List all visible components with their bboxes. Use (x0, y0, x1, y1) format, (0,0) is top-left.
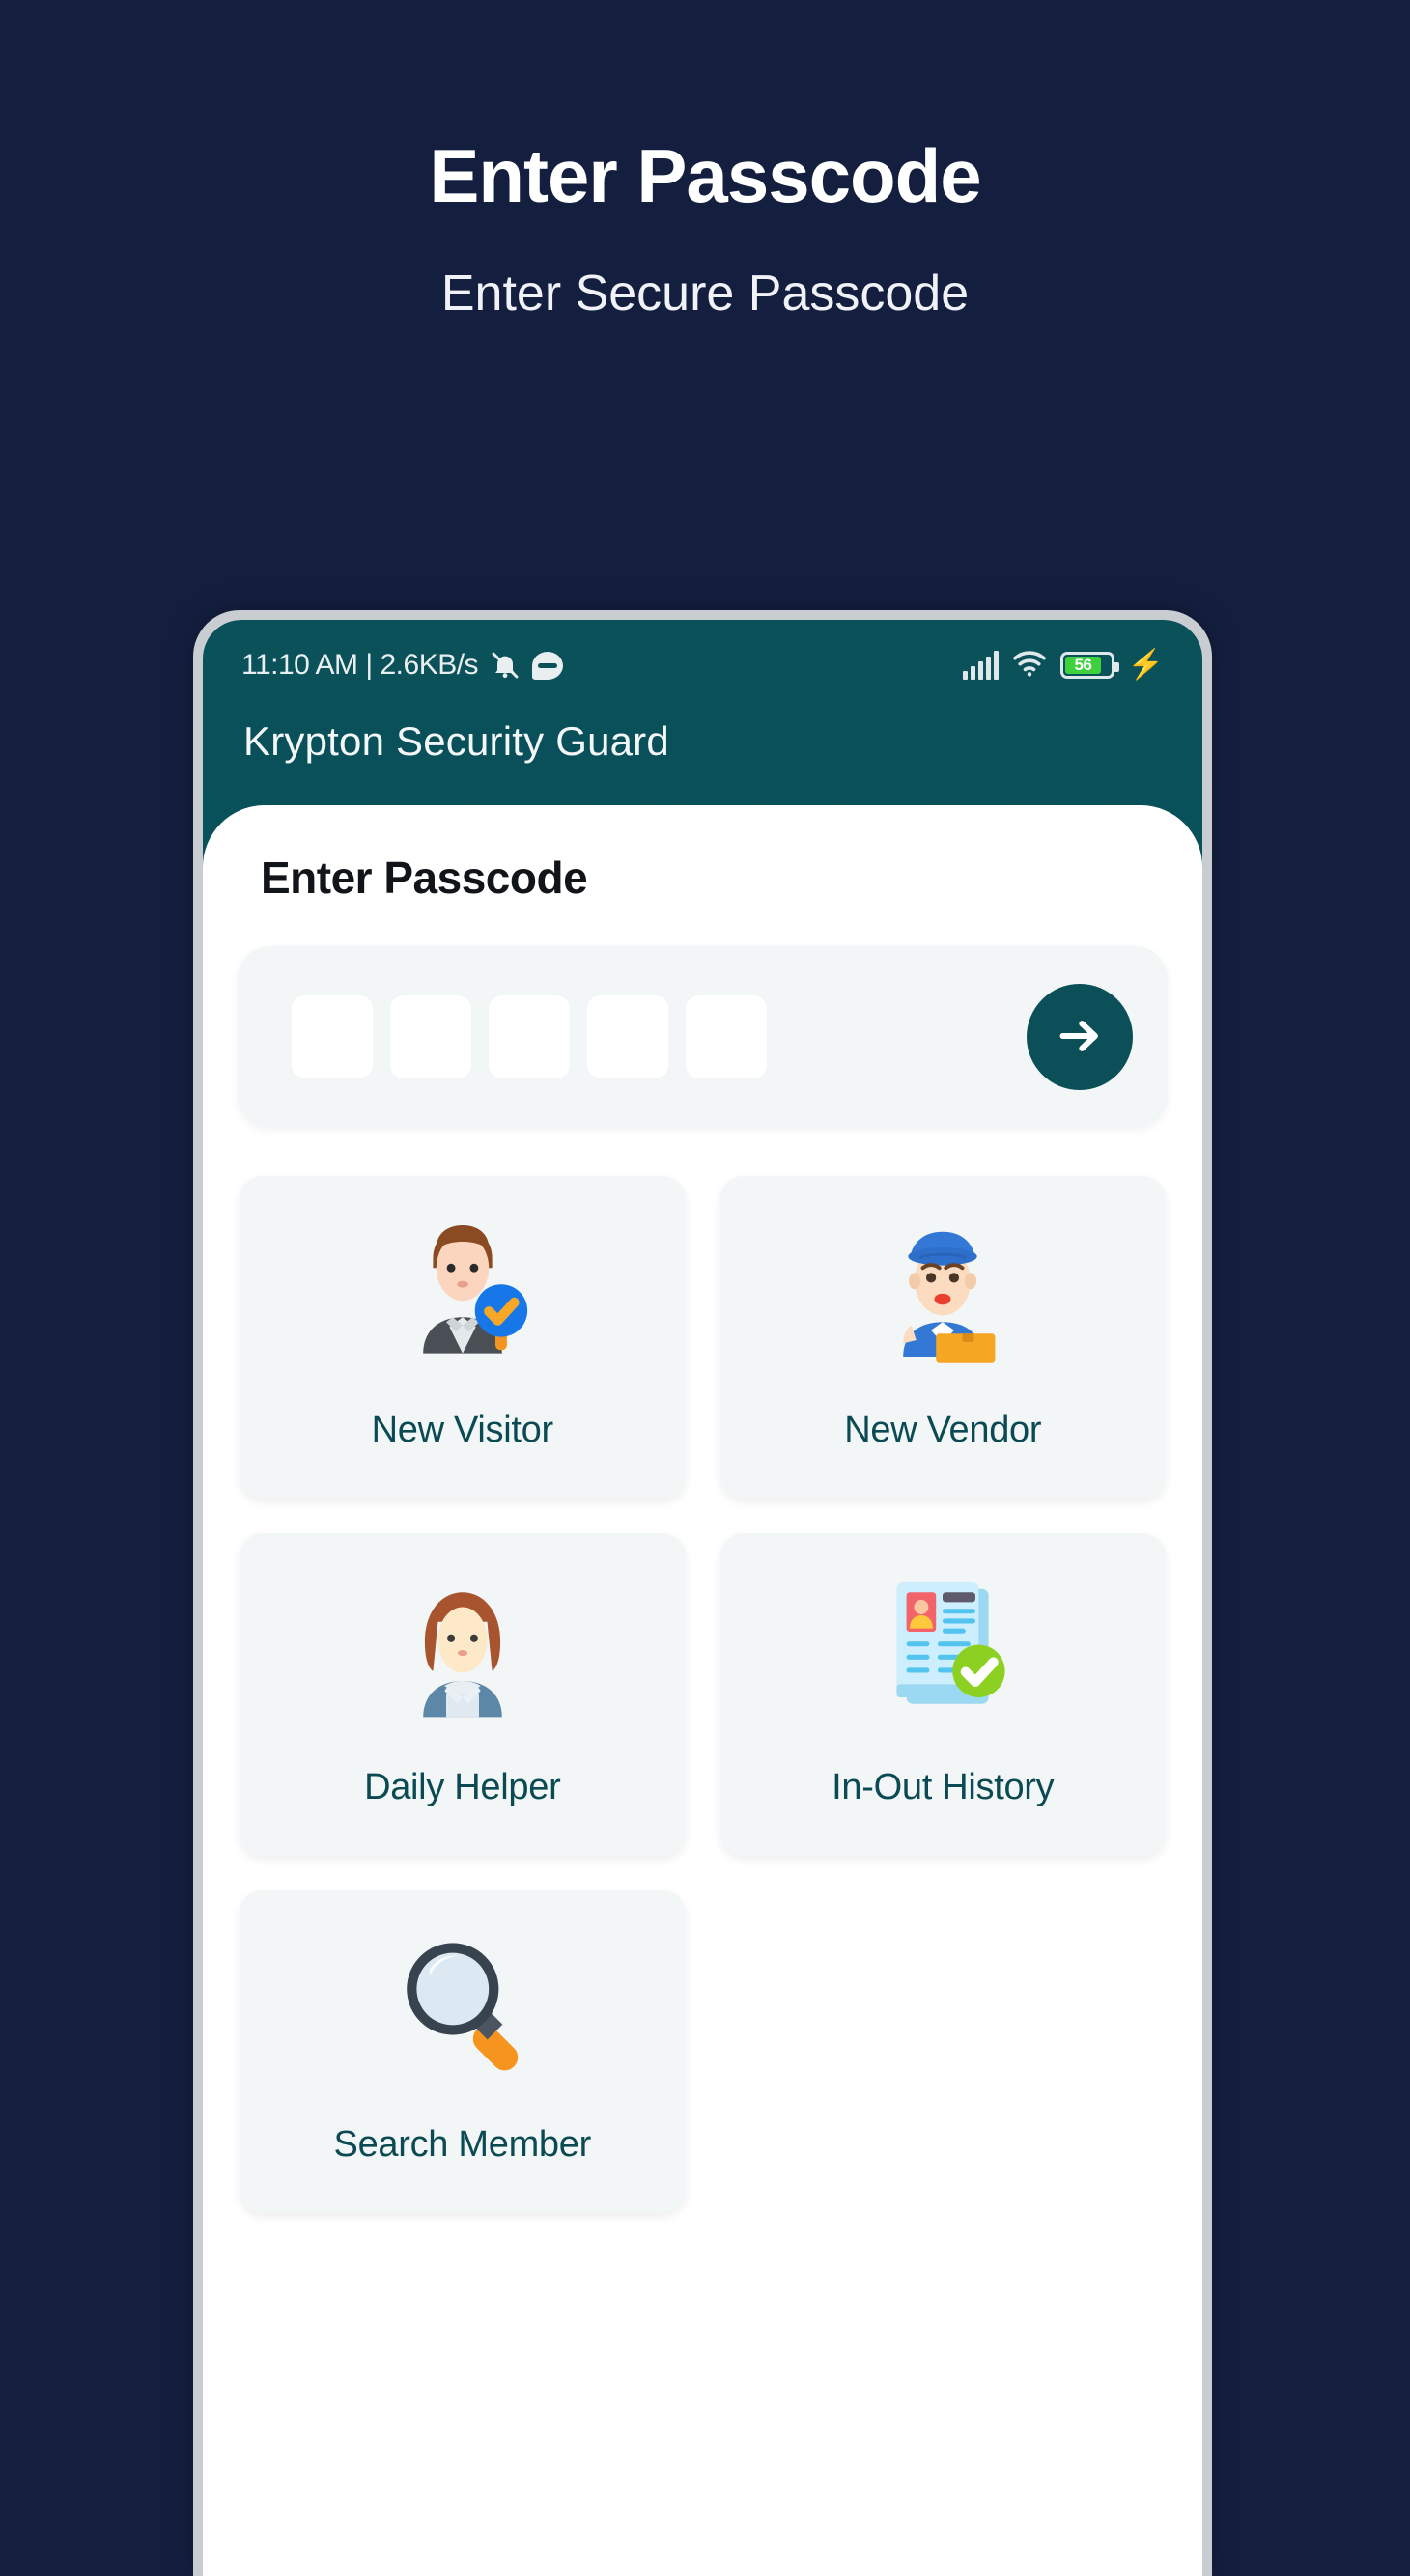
tile-label: In-Out History (832, 1767, 1055, 1807)
battery-icon: 56 (1059, 652, 1119, 679)
tile-label: Daily Helper (364, 1767, 561, 1807)
status-bar-right: 56 ⚡ (962, 649, 1164, 683)
tile-label: New Vendor (844, 1410, 1042, 1450)
passcode-entry-card (238, 946, 1168, 1128)
status-bar-text: 11:10 AM | 2.6KB/s (241, 649, 479, 681)
tile-label: Search Member (333, 2124, 592, 2165)
content-sheet: Enter Passcode New Visitor New Vendor Da… (203, 805, 1202, 2576)
tile-daily-helper[interactable]: Daily Helper (240, 1533, 686, 1856)
promo-header: Enter Passcode Enter Secure Passcode (0, 0, 1410, 322)
phone-mockup-frame: 11:10 AM | 2.6KB/s 56 ⚡ Krypton Security… (193, 610, 1212, 2576)
tile-new-vendor[interactable]: New Vendor (719, 1176, 1166, 1498)
app-bar-title: Krypton Security Guard (243, 718, 669, 764)
promo-subtitle: Enter Secure Passcode (440, 265, 970, 322)
passcode-digit-5[interactable] (686, 995, 767, 1078)
cellular-signal-icon (962, 651, 999, 680)
passcode-digit-1[interactable] (292, 995, 373, 1078)
arrow-right-icon (1053, 1009, 1107, 1066)
battery-level-text: 56 (1064, 656, 1102, 674)
chat-bubble-icon (532, 651, 564, 680)
page-title: Enter Passcode (261, 853, 588, 903)
charging-bolt-icon: ⚡ (1127, 649, 1164, 681)
tile-search-member[interactable]: Search Member (240, 1890, 686, 2213)
housekeeper-icon (371, 1558, 554, 1738)
status-bar: 11:10 AM | 2.6KB/s 56 ⚡ (203, 620, 1202, 686)
magnifier-icon (371, 1916, 554, 2095)
promo-title: Enter Passcode (429, 133, 981, 218)
verified-visitor-icon (371, 1201, 554, 1381)
tile-in-out-history[interactable]: In-Out History (719, 1533, 1166, 1856)
passcode-digit-3[interactable] (489, 995, 570, 1078)
passcode-input-group[interactable] (292, 995, 1027, 1078)
submit-passcode-button[interactable] (1027, 984, 1133, 1090)
passcode-digit-4[interactable] (587, 995, 668, 1078)
mute-bell-icon (490, 650, 521, 681)
tile-label: New Visitor (371, 1410, 553, 1450)
phone-screen: 11:10 AM | 2.6KB/s 56 ⚡ Krypton Security… (203, 620, 1202, 2576)
wifi-icon (1012, 649, 1047, 683)
tile-new-visitor[interactable]: New Visitor (240, 1176, 686, 1498)
delivery-vendor-icon (851, 1201, 1034, 1381)
passcode-digit-2[interactable] (390, 995, 471, 1078)
id-document-check-icon (851, 1558, 1034, 1738)
status-bar-left: 11:10 AM | 2.6KB/s (241, 649, 564, 682)
menu-tile-grid: New Visitor New Vendor Daily Helper In-O… (226, 1128, 1179, 2213)
